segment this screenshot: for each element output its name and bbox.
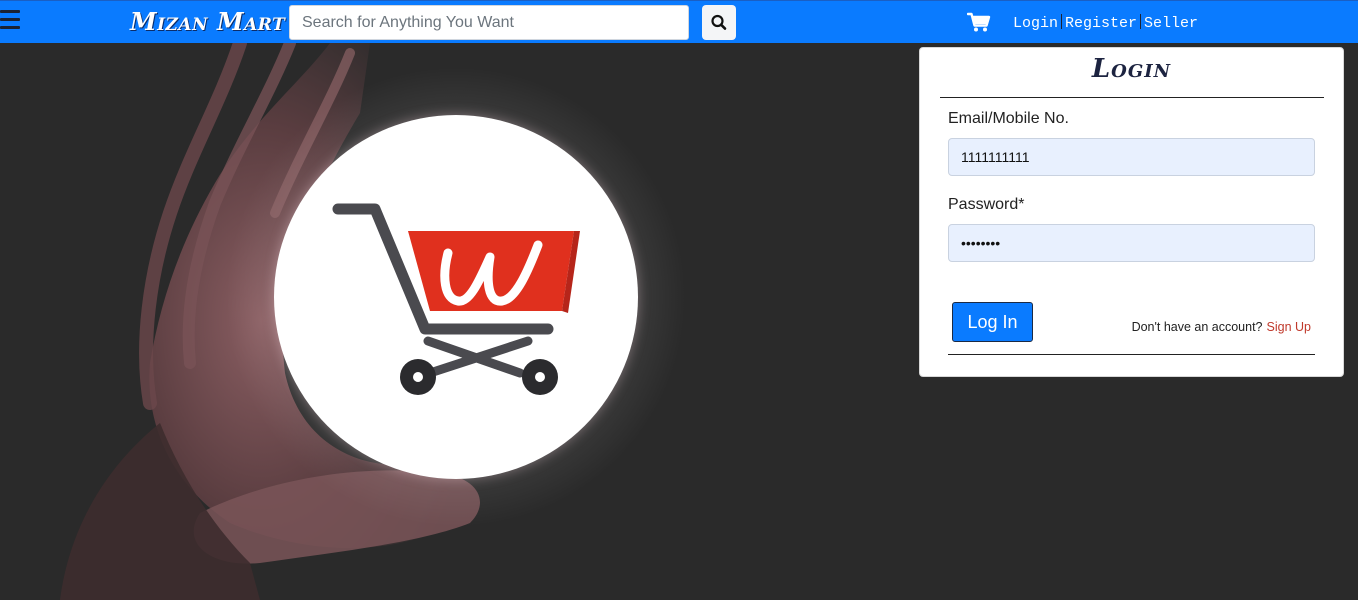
signup-prompt: Don't have an account? Sign Up [1132,320,1311,334]
top-navbar: Mizan Mart Login Register Seller [0,0,1358,43]
cart-icon[interactable] [967,11,991,33]
login-card: Login Email/Mobile No. Password* Log In … [919,47,1344,377]
nav-divider [1140,14,1142,29]
form-divider [948,354,1315,355]
search-button[interactable] [702,5,736,40]
heading-divider [940,97,1324,98]
shopping-cart-logo-icon [332,203,580,395]
email-field[interactable] [948,138,1315,176]
brand-logo[interactable]: Mizan Mart [130,6,285,38]
signup-prompt-text: Don't have an account? [1131,320,1263,334]
signup-link[interactable]: Sign Up [1267,320,1311,334]
email-label: Email/Mobile No. [948,110,1069,127]
nav-divider [1061,14,1063,29]
login-heading: Login [1091,54,1172,84]
menu-icon[interactable] [0,10,20,32]
password-label: Password* [948,196,1025,213]
nav-login-link[interactable]: Login [1013,15,1058,32]
search-input[interactable] [289,5,689,40]
nav-seller-link[interactable]: Seller [1144,15,1198,32]
hero-image [0,43,910,600]
nav-links: Login Register Seller [1013,14,1198,32]
nav-register-link[interactable]: Register [1065,15,1137,32]
password-field[interactable] [948,224,1315,262]
login-button[interactable]: Log In [952,302,1033,342]
search-icon [711,14,727,30]
